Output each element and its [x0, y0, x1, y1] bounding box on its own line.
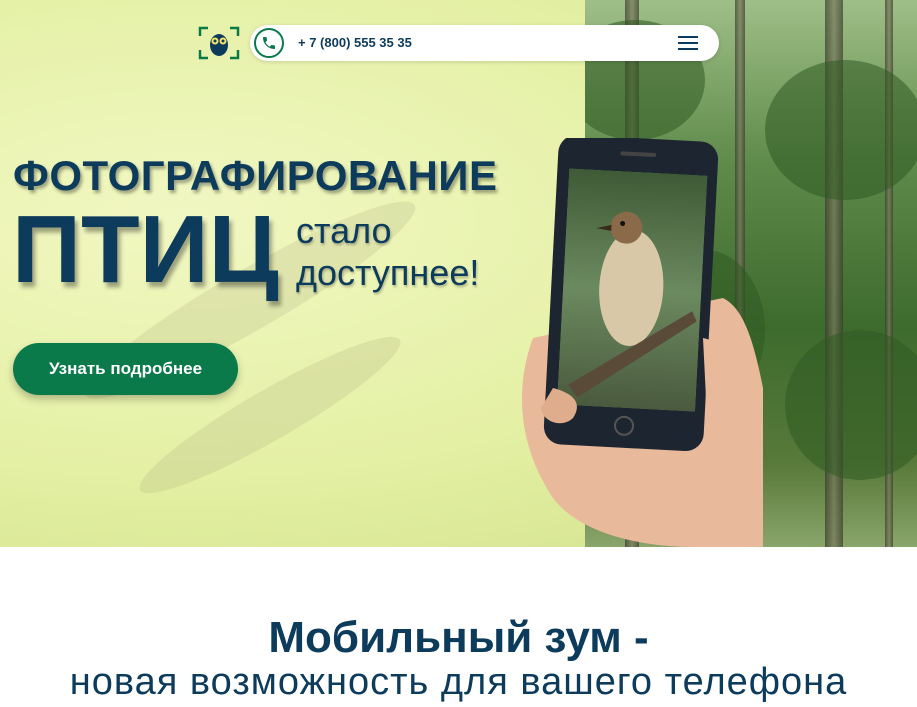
owl-logo-icon[interactable]: [198, 26, 240, 60]
section-subtitle: новая возможность для вашего телефона: [69, 661, 848, 703]
phone-icon[interactable]: [254, 28, 284, 58]
learn-more-button[interactable]: Узнать подробнее: [13, 343, 238, 395]
section-title: Мобильный зум -: [268, 613, 649, 662]
hero-heading-line1: ФОТОГРАФИРОВАНИЕ: [13, 152, 498, 199]
hero-sub-line1: стало: [296, 210, 392, 251]
hero-heading-sub: стало доступнее!: [296, 210, 479, 294]
phone-number-link[interactable]: + 7 (800) 555 35 35: [298, 35, 412, 50]
hero-heading-main: ПТИЦ: [12, 196, 279, 303]
menu-icon[interactable]: [678, 36, 698, 50]
header-bar: + 7 (800) 555 35 35: [250, 25, 719, 61]
hero-banner: + 7 (800) 555 35 35 ФОТОГРАФИРОВАНИЕ ПТИ…: [0, 0, 917, 547]
phone-in-hand-image: [521, 138, 763, 547]
hero-sub-line2: доступнее!: [296, 252, 480, 293]
feature-section: Мобильный зум - новая возможность для ва…: [0, 547, 917, 707]
